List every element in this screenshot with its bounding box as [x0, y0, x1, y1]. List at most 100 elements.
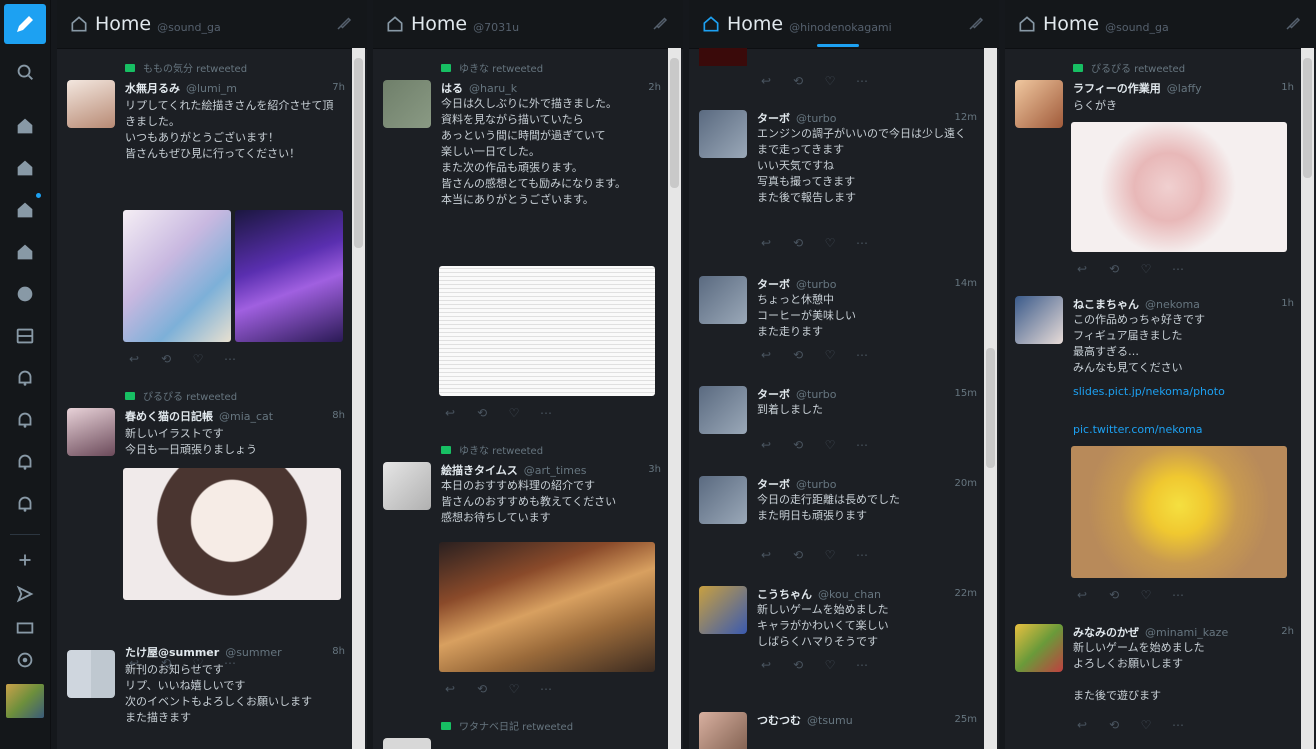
- avatar[interactable]: [699, 110, 747, 158]
- like-icon[interactable]: ♡: [1137, 262, 1155, 276]
- tweet[interactable]: つむつむ @tsumu 25m: [689, 694, 983, 749]
- tweet-author[interactable]: 絵描きタイムス @art_times: [441, 462, 586, 478]
- avatar[interactable]: [67, 80, 115, 128]
- avatar[interactable]: [383, 80, 431, 128]
- reply-icon[interactable]: ↩: [757, 74, 775, 88]
- tweet-time[interactable]: 20m: [955, 478, 977, 489]
- scroll-thumb[interactable]: [354, 58, 363, 248]
- reply-icon[interactable]: ↩: [757, 548, 775, 562]
- more-icon[interactable]: ⋯: [1169, 588, 1187, 602]
- column-options-icon[interactable]: [335, 14, 353, 32]
- column-options-icon[interactable]: [967, 14, 985, 32]
- more-icon[interactable]: ⋯: [853, 348, 871, 362]
- reply-icon[interactable]: ↩: [757, 438, 775, 452]
- retweet-icon[interactable]: ⟲: [789, 236, 807, 250]
- tweet-image[interactable]: [439, 542, 655, 672]
- reply-icon[interactable]: ↩: [757, 348, 775, 362]
- tweet-link[interactable]: pic.twitter.com/nekoma: [1073, 422, 1292, 438]
- tweet-image[interactable]: [123, 210, 231, 342]
- account-avatar[interactable]: [6, 684, 44, 718]
- more-icon[interactable]: ⋯: [853, 438, 871, 452]
- tweet[interactable]: ターボ @turbo 20m 今日の走行距離は長めでした また明日も頑張ります ↩…: [689, 470, 983, 580]
- tweet-author[interactable]: 春めく猫の日記帳 @mia_cat: [125, 408, 273, 424]
- tweet[interactable]: こうちゃん @kou_chan 22m 新しいゲームを始めました キャラがかわいく…: [689, 580, 983, 690]
- like-icon[interactable]: ♡: [821, 548, 839, 562]
- retweet-icon[interactable]: ⟲: [789, 548, 807, 562]
- tweet[interactable]: ターボ @turbo 12m エンジンの調子がいいので今日は少し遠くまで走ってきま…: [689, 104, 983, 254]
- column-home-button-4[interactable]: [9, 236, 41, 268]
- tweet-author[interactable]: ターボ @turbo: [757, 110, 837, 126]
- avatar[interactable]: [699, 476, 747, 524]
- like-icon[interactable]: ♡: [821, 438, 839, 452]
- retweet-icon[interactable]: ⟲: [789, 438, 807, 452]
- tweet[interactable]: ももの気分 retweeted 水無月るみ @lumi_m 7h リプしてくれた絵…: [57, 48, 351, 388]
- column-notifications-button-3[interactable]: [9, 446, 41, 478]
- search-button[interactable]: [9, 56, 41, 88]
- column-notifications-button-1[interactable]: [9, 362, 41, 394]
- reply-icon[interactable]: ↩: [441, 682, 459, 696]
- tweet[interactable]: ゆきな retweeted はる @haru_k 2h 今日は久しぶりに外で描きま…: [373, 48, 667, 420]
- tweet-author[interactable]: みなみのかぜ @minami_kaze: [1073, 624, 1228, 640]
- like-icon[interactable]: ♡: [821, 74, 839, 88]
- scroll-thumb[interactable]: [670, 58, 679, 188]
- retweet-icon[interactable]: ⟲: [473, 682, 491, 696]
- tweet-time[interactable]: 14m: [955, 278, 977, 289]
- tweet-image[interactable]: [439, 266, 655, 396]
- more-icon[interactable]: ⋯: [853, 74, 871, 88]
- tweet-image[interactable]: [1071, 446, 1287, 578]
- column-user-button[interactable]: [9, 278, 41, 310]
- column-home-button-2[interactable]: [9, 152, 41, 184]
- like-icon[interactable]: ♡: [1137, 718, 1155, 732]
- reply-icon[interactable]: ↩: [441, 406, 459, 420]
- scroll-thumb[interactable]: [1303, 58, 1312, 178]
- tweet-author[interactable]: ターボ @turbo: [757, 476, 837, 492]
- tweet[interactable]: ターボ @turbo 14m ちょっと休憩中 コーヒーが美味しい また走ります ↩…: [689, 270, 983, 370]
- tweet-author[interactable]: ターボ @turbo: [757, 276, 837, 292]
- avatar[interactable]: [699, 386, 747, 434]
- tweet-time[interactable]: 3h: [648, 464, 661, 475]
- reply-icon[interactable]: ↩: [1073, 718, 1091, 732]
- tweet-time[interactable]: 1h: [1281, 82, 1294, 93]
- tweet-image[interactable]: [123, 468, 341, 600]
- retweet-icon[interactable]: ⟲: [1105, 718, 1123, 732]
- column-inbox-button[interactable]: [9, 320, 41, 352]
- reply-icon[interactable]: ↩: [757, 236, 775, 250]
- tweet-author[interactable]: はる @haru_k: [441, 80, 517, 96]
- avatar[interactable]: [1015, 296, 1063, 344]
- send-button[interactable]: [9, 578, 41, 610]
- tweet-author[interactable]: 水無月るみ @lumi_m: [125, 80, 237, 96]
- columns-button[interactable]: [9, 612, 41, 644]
- tweet-time[interactable]: 8h: [332, 646, 345, 657]
- tweet-author[interactable]: つむつむ @tsumu: [757, 712, 853, 728]
- reply-icon[interactable]: ↩: [1073, 588, 1091, 602]
- more-icon[interactable]: ⋯: [221, 352, 239, 366]
- avatar[interactable]: [67, 650, 115, 698]
- tweet-time[interactable]: 25m: [955, 714, 977, 725]
- tweet-time[interactable]: 15m: [955, 388, 977, 399]
- like-icon[interactable]: ♡: [505, 406, 523, 420]
- add-column-button[interactable]: [9, 544, 41, 576]
- tweet[interactable]: ワタナベ日記 retweeted: [373, 712, 667, 749]
- retweet-icon[interactable]: ⟲: [473, 406, 491, 420]
- reply-icon[interactable]: ↩: [125, 352, 143, 366]
- more-icon[interactable]: ⋯: [853, 658, 871, 672]
- more-icon[interactable]: ⋯: [537, 682, 555, 696]
- tweet-time[interactable]: 22m: [955, 588, 977, 599]
- tweet-time[interactable]: 1h: [1281, 298, 1294, 309]
- tweet-time[interactable]: 2h: [648, 82, 661, 93]
- tweet-author[interactable]: ラフィーの作業用 @laffy: [1073, 80, 1202, 96]
- tweet-image[interactable]: [1071, 122, 1287, 252]
- like-icon[interactable]: ♡: [821, 236, 839, 250]
- more-icon[interactable]: ⋯: [537, 406, 555, 420]
- retweet-icon[interactable]: ⟲: [157, 352, 175, 366]
- compose-button[interactable]: [4, 4, 46, 44]
- avatar[interactable]: [67, 408, 115, 456]
- reply-icon[interactable]: ↩: [757, 658, 775, 672]
- tweet-time[interactable]: 12m: [955, 112, 977, 123]
- column-scrollbar[interactable]: [352, 48, 365, 749]
- tweet-time[interactable]: 8h: [332, 410, 345, 421]
- avatar[interactable]: [1015, 624, 1063, 672]
- tweet-author[interactable]: ターボ @turbo: [757, 386, 837, 402]
- reply-icon[interactable]: ↩: [1073, 262, 1091, 276]
- retweet-icon[interactable]: ⟲: [789, 74, 807, 88]
